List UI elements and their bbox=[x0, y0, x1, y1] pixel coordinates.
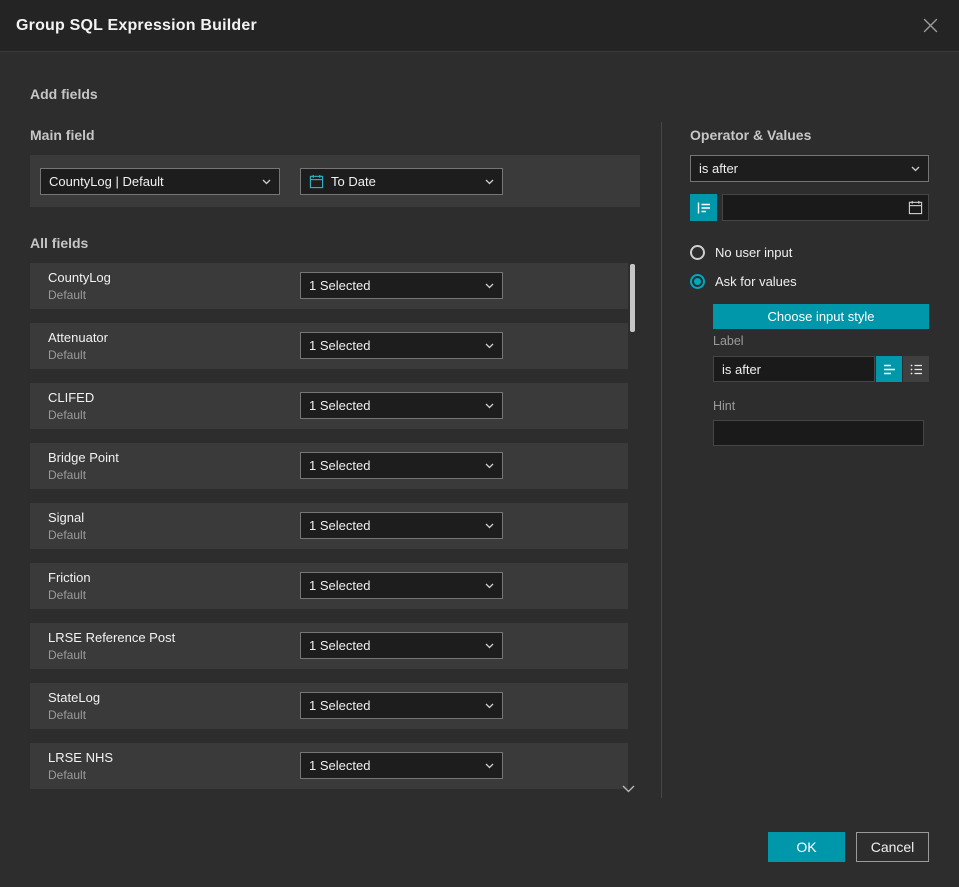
field-selected-dropdown[interactable]: 1 Selected bbox=[300, 392, 503, 419]
field-selected-dropdown[interactable]: 1 Selected bbox=[300, 632, 503, 659]
hint-label: Hint bbox=[713, 399, 736, 413]
chevron-down-icon bbox=[911, 166, 920, 172]
value-input-wrap bbox=[722, 194, 929, 221]
dropdown-value: 1 Selected bbox=[309, 338, 371, 353]
chevron-down-icon bbox=[485, 463, 494, 469]
field-name: Friction bbox=[48, 570, 91, 585]
operator-dropdown-value: is after bbox=[699, 161, 739, 176]
scroll-down-icon[interactable] bbox=[622, 785, 635, 793]
field-row: Friction Default 1 Selected bbox=[30, 563, 628, 609]
dropdown-value: 1 Selected bbox=[309, 458, 371, 473]
radio-ask-for-values[interactable]: Ask for values bbox=[690, 274, 797, 289]
chevron-down-icon bbox=[485, 343, 494, 349]
label-label: Label bbox=[713, 334, 744, 348]
chevron-down-icon bbox=[485, 583, 494, 589]
field-row: CLIFED Default 1 Selected bbox=[30, 383, 628, 429]
chevron-down-icon bbox=[485, 403, 494, 409]
field-selected-dropdown[interactable]: 1 Selected bbox=[300, 272, 503, 299]
dropdown-value: 1 Selected bbox=[309, 398, 371, 413]
field-row: LRSE NHS Default 1 Selected bbox=[30, 743, 628, 789]
dropdown-value: 1 Selected bbox=[309, 578, 371, 593]
dropdown-value: 1 Selected bbox=[309, 758, 371, 773]
field-selected-dropdown[interactable]: 1 Selected bbox=[300, 572, 503, 599]
main-field-dropdown[interactable]: CountyLog | Default bbox=[40, 168, 280, 195]
chevron-down-icon bbox=[485, 763, 494, 769]
field-selected-dropdown[interactable]: 1 Selected bbox=[300, 512, 503, 539]
close-button[interactable] bbox=[917, 13, 943, 39]
field-subtitle: Default bbox=[48, 648, 87, 662]
single-line-style-button[interactable] bbox=[876, 356, 902, 382]
field-subtitle: Default bbox=[48, 468, 87, 482]
field-selected-dropdown[interactable]: 1 Selected bbox=[300, 332, 503, 359]
field-subtitle: Default bbox=[48, 408, 87, 422]
field-row: StateLog Default 1 Selected bbox=[30, 683, 628, 729]
field-name: CLIFED bbox=[48, 390, 95, 405]
dropdown-value: 1 Selected bbox=[309, 698, 371, 713]
chevron-down-icon bbox=[262, 179, 271, 185]
chevron-down-icon bbox=[485, 179, 494, 185]
field-row: Bridge Point Default 1 Selected bbox=[30, 443, 628, 489]
hint-input[interactable] bbox=[713, 420, 924, 446]
radio-label: No user input bbox=[715, 245, 793, 260]
dropdown-value: 1 Selected bbox=[309, 518, 371, 533]
field-subtitle: Default bbox=[48, 588, 87, 602]
label-input[interactable] bbox=[713, 356, 875, 382]
field-selected-dropdown[interactable]: 1 Selected bbox=[300, 692, 503, 719]
radio-unselected-icon bbox=[690, 245, 705, 260]
field-subtitle: Default bbox=[48, 708, 87, 722]
field-subtitle: Default bbox=[48, 528, 87, 542]
value-input[interactable] bbox=[722, 194, 929, 221]
field-subtitle: Default bbox=[48, 288, 87, 302]
main-field-panel: CountyLog | Default To Date bbox=[30, 155, 640, 207]
operator-values-heading: Operator & Values bbox=[690, 127, 812, 143]
list-style-button[interactable] bbox=[903, 356, 929, 382]
field-row: CountyLog Default 1 Selected bbox=[30, 263, 628, 309]
dialog-header: Group SQL Expression Builder bbox=[0, 0, 959, 52]
calendar-icon[interactable] bbox=[908, 200, 923, 215]
main-date-dropdown[interactable]: To Date bbox=[300, 168, 503, 195]
field-selected-dropdown[interactable]: 1 Selected bbox=[300, 452, 503, 479]
field-name: Bridge Point bbox=[48, 450, 119, 465]
radio-selected-icon bbox=[690, 274, 705, 289]
field-name: CountyLog bbox=[48, 270, 111, 285]
main-field-dropdown-value: CountyLog | Default bbox=[49, 174, 164, 189]
field-name: Attenuator bbox=[48, 330, 108, 345]
field-name: LRSE NHS bbox=[48, 750, 114, 765]
align-left-icon bbox=[883, 363, 896, 376]
chevron-down-icon bbox=[485, 283, 494, 289]
field-name: Signal bbox=[48, 510, 85, 525]
add-fields-heading: Add fields bbox=[30, 86, 98, 102]
chevron-down-icon bbox=[485, 643, 494, 649]
dropdown-value: 1 Selected bbox=[309, 278, 371, 293]
cancel-button[interactable]: Cancel bbox=[856, 832, 929, 862]
column-divider bbox=[661, 122, 662, 798]
field-name: StateLog bbox=[48, 690, 101, 705]
field-selected-dropdown[interactable]: 1 Selected bbox=[300, 752, 503, 779]
all-fields-list: CountyLog Default 1 Selected Attenuator … bbox=[30, 263, 628, 789]
field-row: LRSE Reference Post Default 1 Selected bbox=[30, 623, 628, 669]
chevron-down-icon bbox=[485, 523, 494, 529]
field-row: Signal Default 1 Selected bbox=[30, 503, 628, 549]
field-row: Attenuator Default 1 Selected bbox=[30, 323, 628, 369]
field-name: LRSE Reference Post bbox=[48, 630, 176, 645]
field-values-icon bbox=[697, 201, 711, 215]
main-field-heading: Main field bbox=[30, 127, 95, 143]
list-scrollbar-thumb[interactable] bbox=[630, 264, 635, 332]
bulleted-list-icon bbox=[910, 363, 923, 376]
operator-dropdown[interactable]: is after bbox=[690, 155, 929, 182]
choose-input-style-button[interactable]: Choose input style bbox=[713, 304, 929, 329]
close-icon bbox=[922, 17, 939, 34]
chevron-down-icon bbox=[485, 703, 494, 709]
dropdown-value: 1 Selected bbox=[309, 638, 371, 653]
field-subtitle: Default bbox=[48, 348, 87, 362]
dialog-title: Group SQL Expression Builder bbox=[16, 16, 257, 34]
main-date-dropdown-value: To Date bbox=[331, 174, 376, 189]
field-values-button[interactable] bbox=[690, 194, 717, 221]
calendar-icon bbox=[309, 174, 324, 189]
all-fields-heading: All fields bbox=[30, 235, 89, 251]
radio-no-user-input[interactable]: No user input bbox=[690, 245, 792, 260]
field-subtitle: Default bbox=[48, 768, 87, 782]
ok-button[interactable]: OK bbox=[768, 832, 845, 862]
radio-label: Ask for values bbox=[715, 274, 797, 289]
